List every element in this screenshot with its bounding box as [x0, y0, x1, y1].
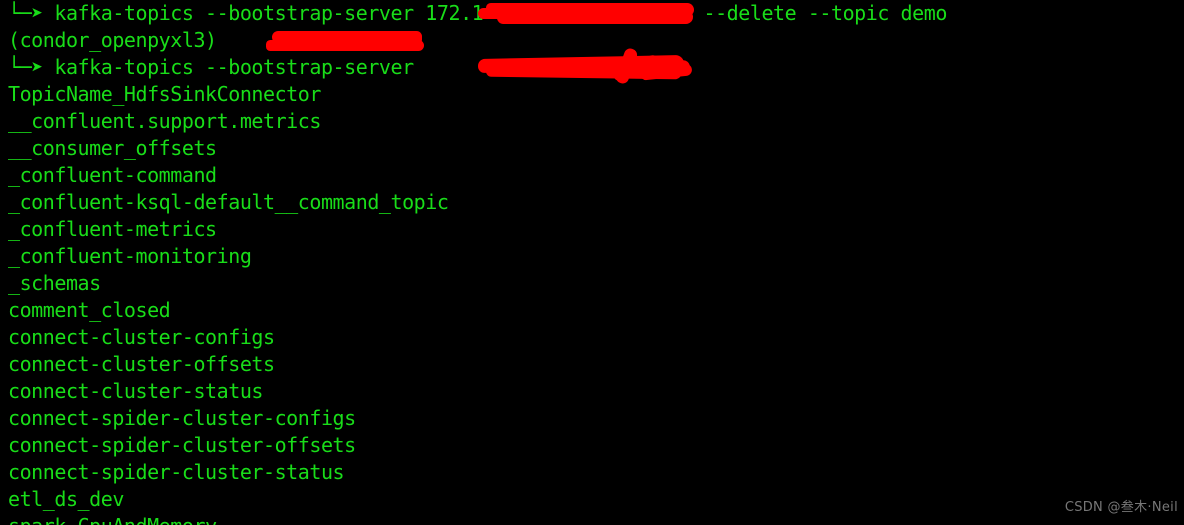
command-1-before: kafka-topics --bootstrap-server: [42, 1, 426, 25]
topic-row: spark_CpuAndMemory: [8, 513, 1184, 525]
prompt-arrow-icon: └─➤: [8, 1, 43, 25]
command-2-before: kafka-topics --bootstrap-server: [42, 55, 426, 79]
command-2-spacer: [425, 55, 599, 79]
command-1-redacted-host: 172.1: [425, 1, 484, 25]
topic-row: connect-spider-cluster-status: [8, 460, 345, 484]
topic-row: _confluent-command: [8, 163, 217, 187]
tilde-path: ~: [390, 28, 403, 52]
venv-spacer: [217, 28, 391, 52]
topic-row: __consumer_offsets: [8, 136, 217, 160]
topic-row: connect-spider-cluster-configs: [8, 406, 356, 430]
venv-label: (condor_openpyxl3): [8, 28, 217, 52]
topic-row: TopicName_HdfsSinkConnector: [8, 82, 321, 106]
topic-row: __confluent.support.metrics: [8, 109, 321, 133]
command-line-1: └─➤ kafka-topics --bootstrap-server 172.…: [8, 0, 1184, 27]
command-2-after: --list: [599, 55, 669, 79]
topic-row: connect-cluster-offsets: [8, 352, 275, 376]
topic-row: _confluent-metrics: [8, 217, 217, 241]
topic-row: _schemas: [8, 271, 101, 295]
terminal-output: └─➤ kafka-topics --bootstrap-server 172.…: [8, 0, 1184, 525]
venv-prompt-line: (condor_openpyxl3) ~: [8, 27, 1184, 54]
topic-row: comment_closed: [8, 298, 171, 322]
topic-row: connect-cluster-status: [8, 379, 264, 403]
terminal-window[interactable]: └─➤ kafka-topics --bootstrap-server 172.…: [0, 0, 1184, 525]
topic-row: connect-spider-cluster-offsets: [8, 433, 356, 457]
command-1-after: --delete --topic demo: [691, 1, 947, 25]
prompt-arrow-icon-2: └─➤: [8, 55, 43, 79]
topic-row: _confluent-ksql-default__command_topic: [8, 190, 449, 214]
command-1-spacer: [483, 1, 692, 25]
command-line-2: └─➤ kafka-topics --bootstrap-server --li…: [8, 54, 1184, 81]
csdn-watermark: CSDN @叁木·Neil: [1064, 500, 1178, 515]
topic-row: connect-cluster-configs: [8, 325, 275, 349]
topic-row: _confluent-monitoring: [8, 244, 252, 268]
topic-row: etl_ds_dev: [8, 487, 124, 511]
